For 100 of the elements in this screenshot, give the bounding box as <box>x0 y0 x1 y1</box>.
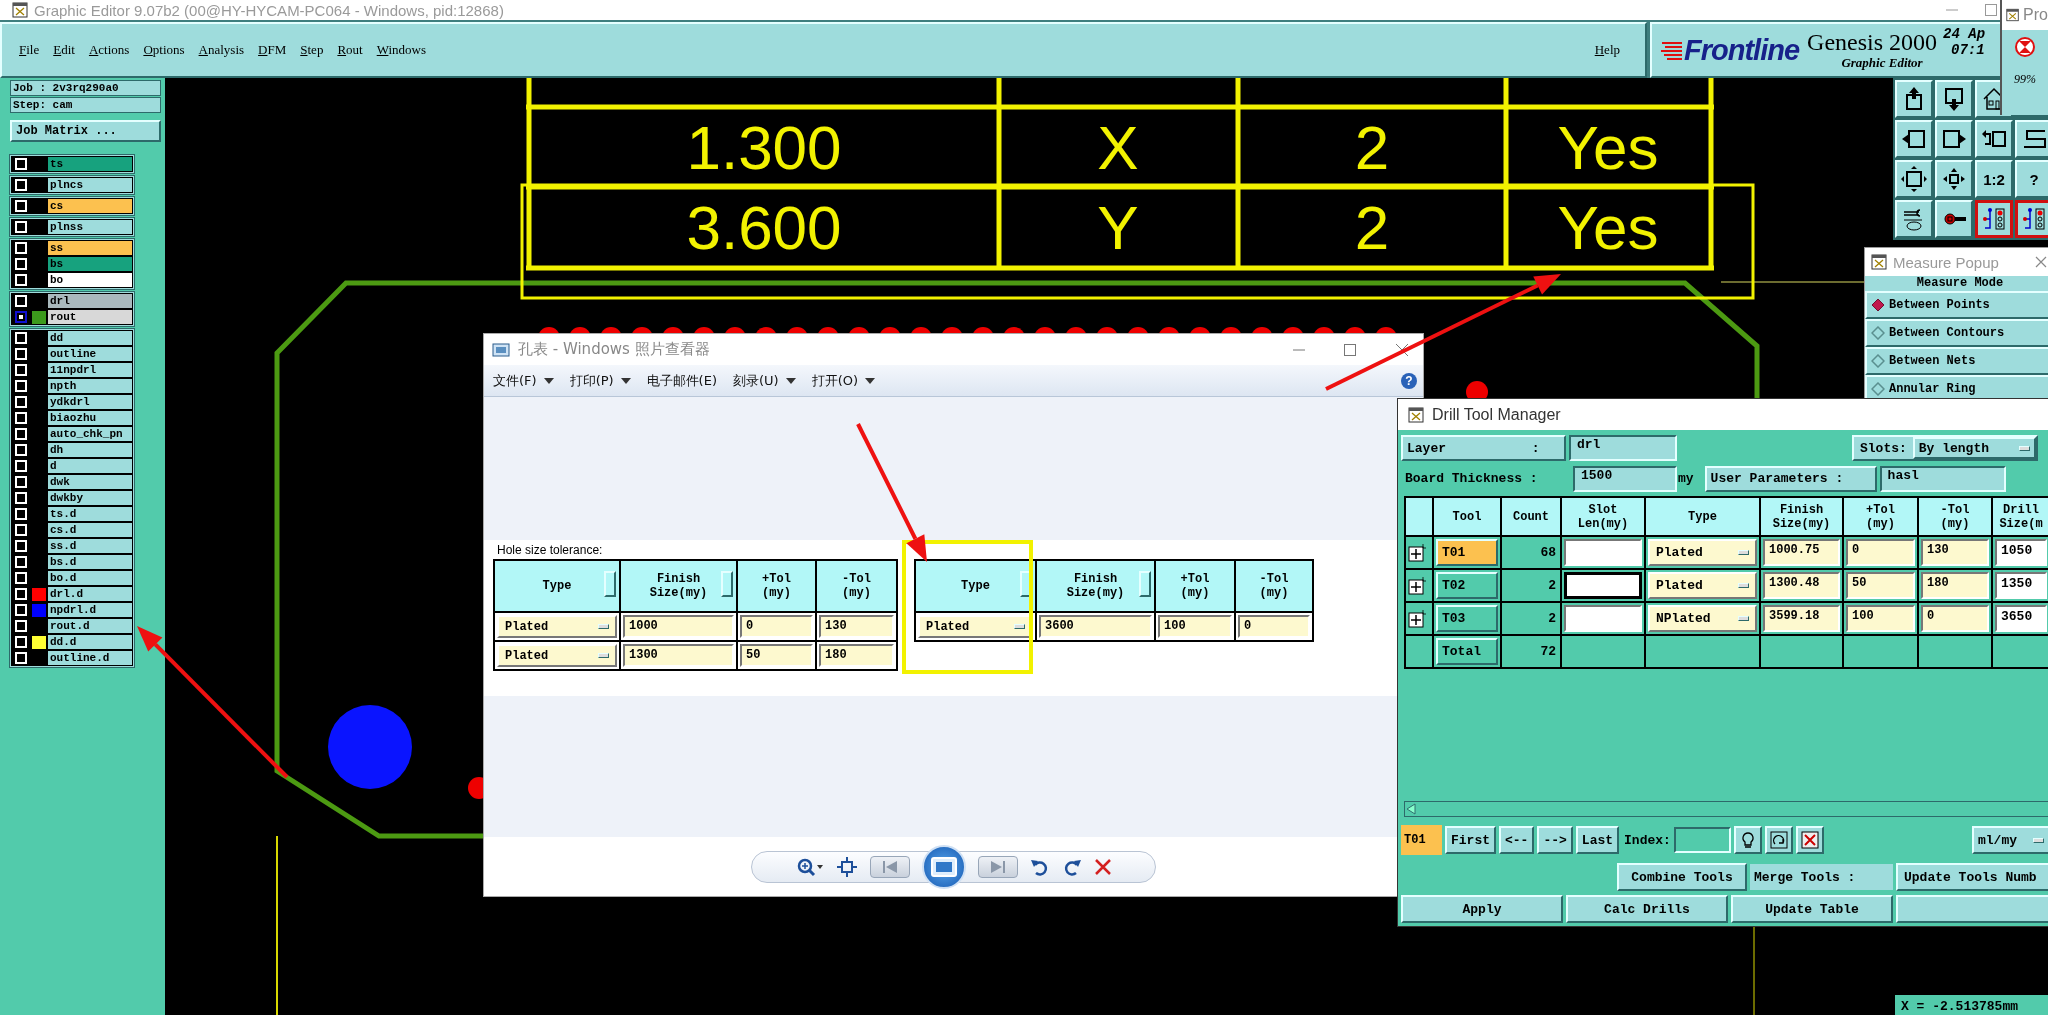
zoom-button[interactable] <box>795 856 824 877</box>
action-button[interactable]: Calc Drills <box>1566 895 1728 923</box>
update-tools-numbers-button[interactable]: Update Tools Numb <box>1896 863 2048 891</box>
plus-tolerance-field[interactable]: 50 <box>1846 572 1915 599</box>
layer-name[interactable]: bs <box>48 257 132 271</box>
tool-button[interactable]: ? <box>2015 160 2048 198</box>
value-field[interactable]: 100 <box>1158 615 1232 638</box>
tool-button[interactable]: T02 <box>1436 572 1498 599</box>
value-field[interactable]: 180 <box>819 644 894 667</box>
menu-item[interactable]: Analysis <box>191 40 252 60</box>
layer-name[interactable]: outline.d <box>48 651 132 665</box>
slot-length-field[interactable] <box>1564 605 1642 632</box>
maximize-button[interactable] <box>1984 3 1998 17</box>
refresh-button[interactable] <box>1764 826 1793 854</box>
actual-size-button[interactable] <box>835 856 858 877</box>
layer-name[interactable]: bo.d <box>48 571 132 585</box>
layer-name[interactable]: ts.d <box>48 507 132 521</box>
user-parameters-field[interactable]: hasl <box>1879 465 2006 492</box>
layer-name[interactable]: dh <box>48 443 132 457</box>
units-dropdown[interactable]: ml/my <box>1972 826 2048 854</box>
header-menu-icon[interactable] <box>1139 571 1151 597</box>
radio-option[interactable]: Between Contours <box>1865 319 2048 347</box>
layer-name[interactable]: cs.d <box>48 523 132 537</box>
menu-item[interactable]: DFM <box>251 40 294 60</box>
layer-name[interactable]: drl.d <box>48 587 132 601</box>
layer-name[interactable]: cs <box>48 199 132 213</box>
layer-name[interactable]: ydkdrl <box>48 395 132 409</box>
header-menu-icon[interactable] <box>604 571 616 597</box>
layer-name[interactable]: biaozhu <box>48 411 132 425</box>
combine-tools-button[interactable]: Combine Tools <box>1617 863 1747 891</box>
job-matrix-button[interactable]: Job Matrix ... <box>10 120 161 142</box>
slot-length-field[interactable] <box>1564 539 1642 566</box>
layer-name[interactable]: dd.d <box>48 635 132 649</box>
action-button[interactable]: Update Table <box>1731 895 1893 923</box>
menu-item[interactable]: Actions <box>81 40 137 60</box>
layer-name[interactable]: dwkby <box>48 491 132 505</box>
value-field[interactable]: 1300 <box>623 644 734 667</box>
nav-button[interactable]: First <box>1445 826 1496 854</box>
layer-name[interactable]: ss <box>48 241 132 255</box>
layer-name[interactable]: rout <box>48 310 132 324</box>
checkbox[interactable] <box>15 311 27 323</box>
menu-item[interactable]: Rout <box>330 40 370 60</box>
menu-item[interactable]: Help <box>1587 40 1627 60</box>
layer-name[interactable]: plnss <box>48 220 132 234</box>
radio-option[interactable]: Between Nets <box>1865 347 2048 375</box>
layer-field[interactable]: drl <box>1569 435 1677 461</box>
bulb-button[interactable] <box>1733 826 1762 854</box>
type-dropdown[interactable]: Plated <box>497 644 617 667</box>
radio-option[interactable]: Annular Ring <box>1865 375 2048 399</box>
layer-name[interactable]: auto_chk_pn <box>48 427 132 441</box>
layer-name[interactable]: ts <box>48 157 132 171</box>
type-dropdown[interactable]: Plated <box>497 615 617 638</box>
layer-name[interactable]: d <box>48 459 132 473</box>
value-field[interactable]: 130 <box>819 615 894 638</box>
tool-button[interactable] <box>2015 200 2048 238</box>
maximize-button[interactable] <box>1343 342 1357 357</box>
action-button[interactable] <box>1896 895 2048 923</box>
type-dropdown[interactable]: Plated <box>1648 539 1757 566</box>
menu-item[interactable]: 文件(F) <box>493 371 554 390</box>
delete-button[interactable] <box>1093 857 1112 876</box>
previous-button[interactable] <box>869 855 910 878</box>
layer-name[interactable]: drl <box>48 294 132 308</box>
menu-item[interactable]: Edit <box>46 40 82 60</box>
tool-button[interactable]: T03 <box>1436 605 1498 632</box>
type-dropdown[interactable]: NPlated <box>1648 605 1757 632</box>
slots-dropdown[interactable]: By length <box>1912 437 2036 459</box>
close-button[interactable] <box>1395 342 1409 357</box>
layer-name[interactable]: dd <box>48 331 132 345</box>
type-dropdown[interactable]: Plated <box>1648 572 1757 599</box>
menu-item[interactable]: Options <box>136 40 192 60</box>
value-field[interactable]: 50 <box>740 644 813 667</box>
thickness-field[interactable]: 1500 <box>1573 465 1677 492</box>
layer-name[interactable]: outline <box>48 347 132 361</box>
plus-tolerance-field[interactable]: 100 <box>1846 605 1915 632</box>
close-button[interactable] <box>2035 256 2047 268</box>
horizontal-scrollbar[interactable] <box>1404 801 2048 817</box>
nav-button[interactable]: --> <box>1537 826 1573 854</box>
minus-tolerance-field[interactable]: 180 <box>1921 572 1989 599</box>
layer-name[interactable]: npdrl.d <box>48 603 132 617</box>
menu-item[interactable]: 刻录(U) <box>732 371 796 390</box>
nav-button[interactable]: Last <box>1575 826 1620 854</box>
value-field[interactable]: 0 <box>740 615 813 638</box>
layer-name[interactable]: npth <box>48 379 132 393</box>
layer-name[interactable]: 11npdrl <box>48 363 132 377</box>
finish-size-field[interactable]: 1300.48 <box>1763 572 1840 599</box>
menu-item[interactable]: File <box>12 40 47 60</box>
plus-tolerance-field[interactable]: 0 <box>1846 539 1915 566</box>
drill-size-field[interactable]: 3650 <box>1995 605 2047 632</box>
nav-button[interactable]: <-- <box>1499 826 1535 854</box>
value-field[interactable]: 3600 <box>1039 615 1152 638</box>
header-menu-icon[interactable] <box>721 571 733 597</box>
menu-item[interactable]: 打印(P) <box>569 371 631 390</box>
menu-item[interactable]: Windows <box>369 40 433 60</box>
layer-name[interactable]: plncs <box>48 178 132 192</box>
help-button[interactable]: ? <box>1401 372 1417 389</box>
action-button[interactable]: Apply <box>1401 895 1563 923</box>
value-field[interactable]: 1000 <box>623 615 734 638</box>
minus-tolerance-field[interactable]: 0 <box>1921 605 1989 632</box>
menu-item[interactable]: 电子邮件(E) <box>646 371 717 390</box>
tool-button[interactable]: T01 <box>1436 539 1498 566</box>
